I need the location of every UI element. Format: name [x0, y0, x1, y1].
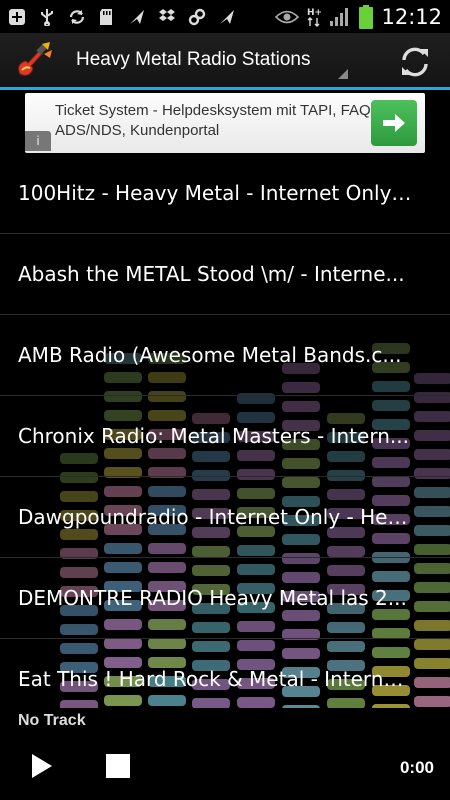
sync-icon — [68, 8, 86, 26]
spinner-indicator-icon — [338, 69, 348, 79]
station-list-panel: 100Hitz - Heavy Metal - Internet Only -.… — [0, 153, 450, 708]
svg-text:H+: H+ — [307, 8, 321, 18]
list-item[interactable]: Abash the METAL Stood \m/ - Interne... — [0, 234, 450, 315]
status-bar: H+ 12:12 — [0, 0, 450, 33]
ad-banner[interactable]: Ticket System - Helpdesksystem mit TAPI,… — [0, 93, 450, 153]
battery-icon — [359, 4, 374, 29]
plane-icon — [128, 8, 146, 26]
station-list: 100Hitz - Heavy Metal - Internet Only -.… — [0, 153, 450, 708]
station-name: 100Hitz - Heavy Metal - Internet Only -.… — [18, 181, 412, 205]
list-item[interactable]: AMB Radio (Awesome Metal Bands.c... — [0, 315, 450, 396]
clock: 12:12 — [381, 4, 442, 29]
list-item[interactable]: Chronix Radio: Metal Masters - Intern... — [0, 396, 450, 477]
sd-card-icon — [98, 8, 116, 26]
ad-content[interactable]: Ticket System - Helpdesksystem mit TAPI,… — [25, 93, 425, 153]
refresh-icon[interactable] — [398, 45, 432, 79]
station-name: Chronix Radio: Metal Masters - Intern... — [18, 424, 409, 448]
add-icon — [8, 8, 26, 26]
page-title: Heavy Metal Radio Stations — [76, 49, 311, 70]
elapsed-time: 0:00 — [399, 758, 434, 777]
guitar-logo-icon[interactable] — [14, 40, 54, 80]
signal-icon — [329, 7, 351, 26]
player-bar: No Track 0:00 — [0, 708, 450, 800]
station-name: Eat This ! Hard Rock & Metal - Internet.… — [18, 667, 412, 691]
system-status: H+ 12:12 — [275, 4, 442, 29]
usb-icon — [38, 8, 56, 26]
station-name: Dawgpoundradio - Internet Only - Hea... — [18, 505, 412, 529]
list-item[interactable]: 100Hitz - Heavy Metal - Internet Only -.… — [0, 153, 450, 234]
list-item[interactable]: Eat This ! Hard Rock & Metal - Internet.… — [0, 639, 450, 708]
stop-icon[interactable] — [106, 754, 130, 778]
ad-text: Ticket System - Helpdesksystem mit TAPI,… — [55, 102, 375, 139]
play-icon[interactable] — [28, 752, 56, 780]
track-title: No Track — [18, 712, 86, 729]
dropbox-icon — [158, 8, 176, 26]
list-item[interactable]: Dawgpoundradio - Internet Only - Hea... — [0, 477, 450, 558]
link-icon — [188, 8, 206, 26]
plane-icon — [218, 8, 236, 26]
station-name: Abash the METAL Stood \m/ - Interne... — [18, 262, 405, 286]
station-filter-spinner[interactable]: Heavy Metal Radio Stations — [76, 33, 348, 87]
station-name: DEMONTRE RADIO Heavy Metal las 2... — [18, 586, 407, 610]
notification-icons — [8, 8, 236, 26]
arrow-right-icon[interactable] — [371, 100, 417, 146]
station-name: AMB Radio (Awesome Metal Bands.c... — [18, 343, 402, 367]
hplus-data-icon: H+ — [307, 8, 321, 27]
ad-info-icon[interactable]: i — [25, 131, 51, 151]
list-item[interactable]: DEMONTRE RADIO Heavy Metal las 2... — [0, 558, 450, 639]
eye-icon — [275, 8, 300, 26]
action-bar: Heavy Metal Radio Stations — [0, 33, 450, 90]
